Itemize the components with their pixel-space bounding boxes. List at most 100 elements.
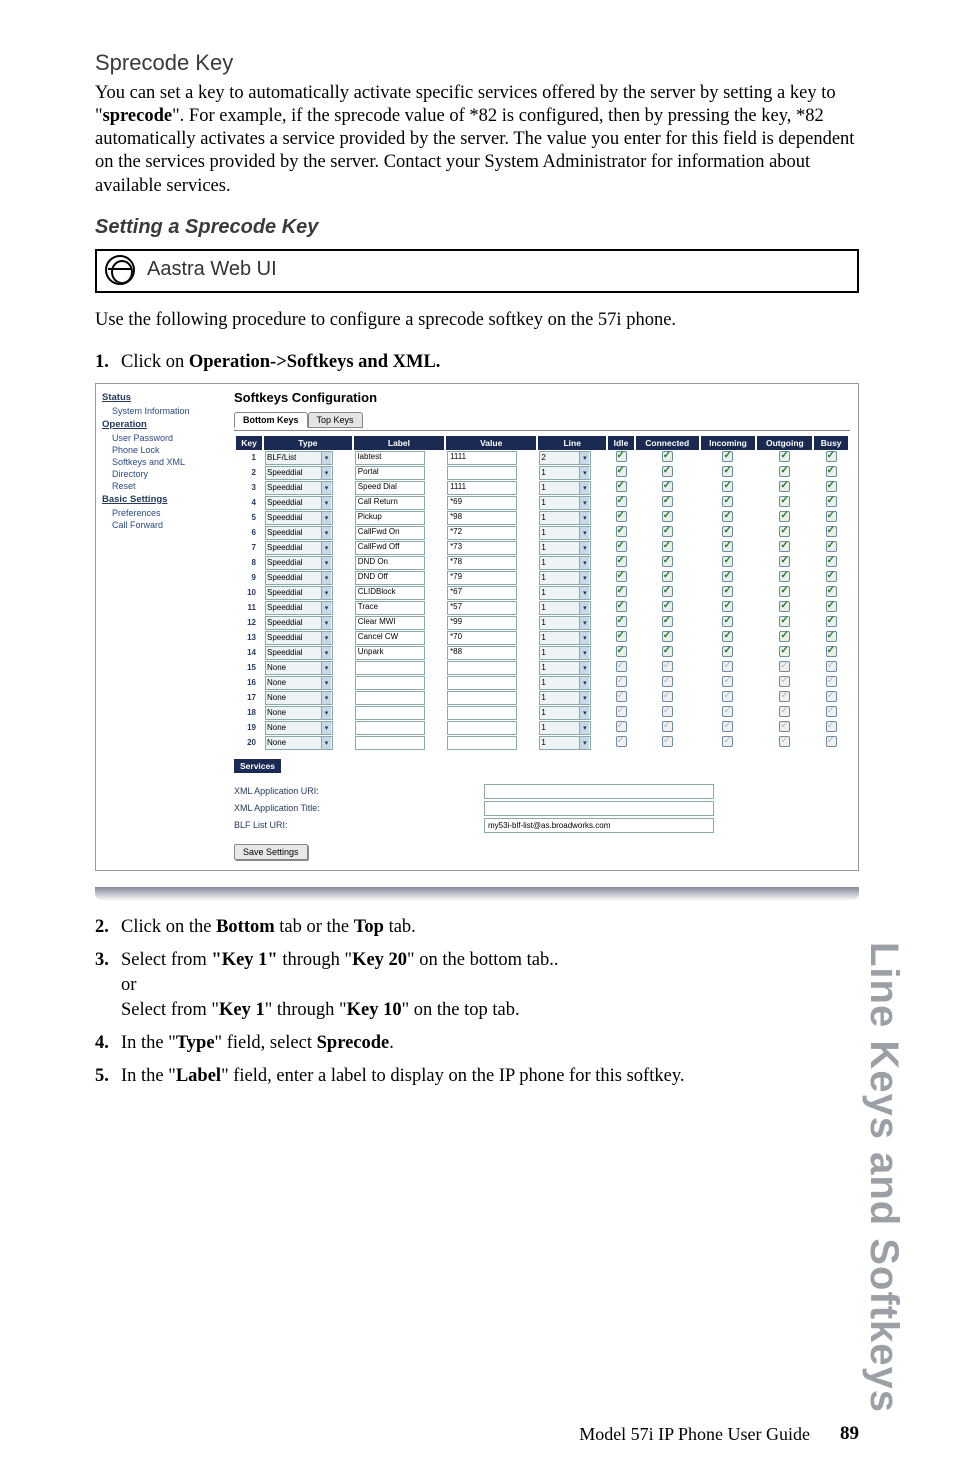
incoming-checkbox[interactable] — [722, 601, 733, 612]
connected-checkbox[interactable] — [662, 586, 673, 597]
label-input[interactable]: labtest — [355, 451, 425, 465]
line-select[interactable]: 1▾ — [539, 736, 591, 750]
busy-checkbox[interactable] — [826, 556, 837, 567]
type-select[interactable]: None▾ — [265, 691, 333, 705]
line-select[interactable]: 1▾ — [539, 661, 591, 675]
busy-checkbox[interactable] — [826, 511, 837, 522]
outgoing-checkbox[interactable] — [779, 646, 790, 657]
label-input[interactable]: CallFwd Off — [355, 541, 425, 555]
value-input[interactable]: 1111 — [447, 451, 517, 465]
label-input[interactable] — [355, 676, 425, 690]
value-input[interactable] — [447, 736, 517, 750]
incoming-checkbox[interactable] — [722, 661, 733, 672]
type-select[interactable]: Speeddial▾ — [265, 481, 333, 495]
tab-top-keys[interactable]: Top Keys — [308, 412, 363, 428]
label-input[interactable] — [355, 706, 425, 720]
label-input[interactable]: Speed Dial — [355, 481, 425, 495]
nav-reset[interactable]: Reset — [102, 480, 220, 492]
label-input[interactable]: Trace — [355, 601, 425, 615]
incoming-checkbox[interactable] — [722, 721, 733, 732]
connected-checkbox[interactable] — [662, 481, 673, 492]
incoming-checkbox[interactable] — [722, 451, 733, 462]
xml-title-input[interactable] — [484, 801, 714, 816]
value-input[interactable]: *67 — [447, 586, 517, 600]
type-select[interactable]: None▾ — [265, 661, 333, 675]
line-select[interactable]: 1▾ — [539, 481, 591, 495]
incoming-checkbox[interactable] — [722, 616, 733, 627]
incoming-checkbox[interactable] — [722, 511, 733, 522]
value-input[interactable] — [447, 676, 517, 690]
nav-userpw[interactable]: User Password — [102, 432, 220, 444]
busy-checkbox[interactable] — [826, 586, 837, 597]
value-input[interactable] — [447, 691, 517, 705]
nav-basic[interactable]: Basic Settings — [102, 492, 220, 507]
label-input[interactable]: DND Off — [355, 571, 425, 585]
busy-checkbox[interactable] — [826, 676, 837, 687]
line-select[interactable]: 1▾ — [539, 676, 591, 690]
outgoing-checkbox[interactable] — [779, 706, 790, 717]
idle-checkbox[interactable] — [616, 631, 627, 642]
incoming-checkbox[interactable] — [722, 496, 733, 507]
type-select[interactable]: Speeddial▾ — [265, 646, 333, 660]
value-input[interactable]: *57 — [447, 601, 517, 615]
connected-checkbox[interactable] — [662, 526, 673, 537]
type-select[interactable]: Speeddial▾ — [265, 631, 333, 645]
type-select[interactable]: Speeddial▾ — [265, 541, 333, 555]
type-select[interactable]: None▾ — [265, 736, 333, 750]
connected-checkbox[interactable] — [662, 541, 673, 552]
idle-checkbox[interactable] — [616, 601, 627, 612]
busy-checkbox[interactable] — [826, 616, 837, 627]
value-input[interactable]: *78 — [447, 556, 517, 570]
busy-checkbox[interactable] — [826, 661, 837, 672]
type-select[interactable]: None▾ — [265, 721, 333, 735]
connected-checkbox[interactable] — [662, 556, 673, 567]
busy-checkbox[interactable] — [826, 691, 837, 702]
busy-checkbox[interactable] — [826, 451, 837, 462]
incoming-checkbox[interactable] — [722, 571, 733, 582]
busy-checkbox[interactable] — [826, 496, 837, 507]
value-input[interactable]: *69 — [447, 496, 517, 510]
label-input[interactable]: CLIDBlock — [355, 586, 425, 600]
value-input[interactable] — [447, 466, 517, 480]
label-input[interactable]: Pickup — [355, 511, 425, 525]
outgoing-checkbox[interactable] — [779, 736, 790, 747]
connected-checkbox[interactable] — [662, 601, 673, 612]
busy-checkbox[interactable] — [826, 721, 837, 732]
type-select[interactable]: Speeddial▾ — [265, 571, 333, 585]
value-input[interactable]: *98 — [447, 511, 517, 525]
incoming-checkbox[interactable] — [722, 586, 733, 597]
busy-checkbox[interactable] — [826, 466, 837, 477]
idle-checkbox[interactable] — [616, 706, 627, 717]
type-select[interactable]: Speeddial▾ — [265, 526, 333, 540]
outgoing-checkbox[interactable] — [779, 466, 790, 477]
line-select[interactable]: 1▾ — [539, 496, 591, 510]
idle-checkbox[interactable] — [616, 526, 627, 537]
outgoing-checkbox[interactable] — [779, 511, 790, 522]
label-input[interactable]: Cancel CW — [355, 631, 425, 645]
line-select[interactable]: 1▾ — [539, 646, 591, 660]
idle-checkbox[interactable] — [616, 571, 627, 582]
value-input[interactable]: *99 — [447, 616, 517, 630]
busy-checkbox[interactable] — [826, 571, 837, 582]
idle-checkbox[interactable] — [616, 481, 627, 492]
type-select[interactable]: Speeddial▾ — [265, 466, 333, 480]
idle-checkbox[interactable] — [616, 466, 627, 477]
line-select[interactable]: 1▾ — [539, 526, 591, 540]
value-input[interactable] — [447, 721, 517, 735]
line-select[interactable]: 1▾ — [539, 466, 591, 480]
value-input[interactable]: 1111 — [447, 481, 517, 495]
value-input[interactable]: *73 — [447, 541, 517, 555]
connected-checkbox[interactable] — [662, 721, 673, 732]
line-select[interactable]: 1▾ — [539, 511, 591, 525]
label-input[interactable] — [355, 691, 425, 705]
nav-callfwd[interactable]: Call Forward — [102, 519, 220, 531]
outgoing-checkbox[interactable] — [779, 631, 790, 642]
busy-checkbox[interactable] — [826, 601, 837, 612]
line-select[interactable]: 1▾ — [539, 556, 591, 570]
line-select[interactable]: 1▾ — [539, 601, 591, 615]
busy-checkbox[interactable] — [826, 481, 837, 492]
line-select[interactable]: 1▾ — [539, 616, 591, 630]
value-input[interactable] — [447, 706, 517, 720]
label-input[interactable] — [355, 661, 425, 675]
nav-sysinfo[interactable]: System Information — [102, 405, 220, 417]
